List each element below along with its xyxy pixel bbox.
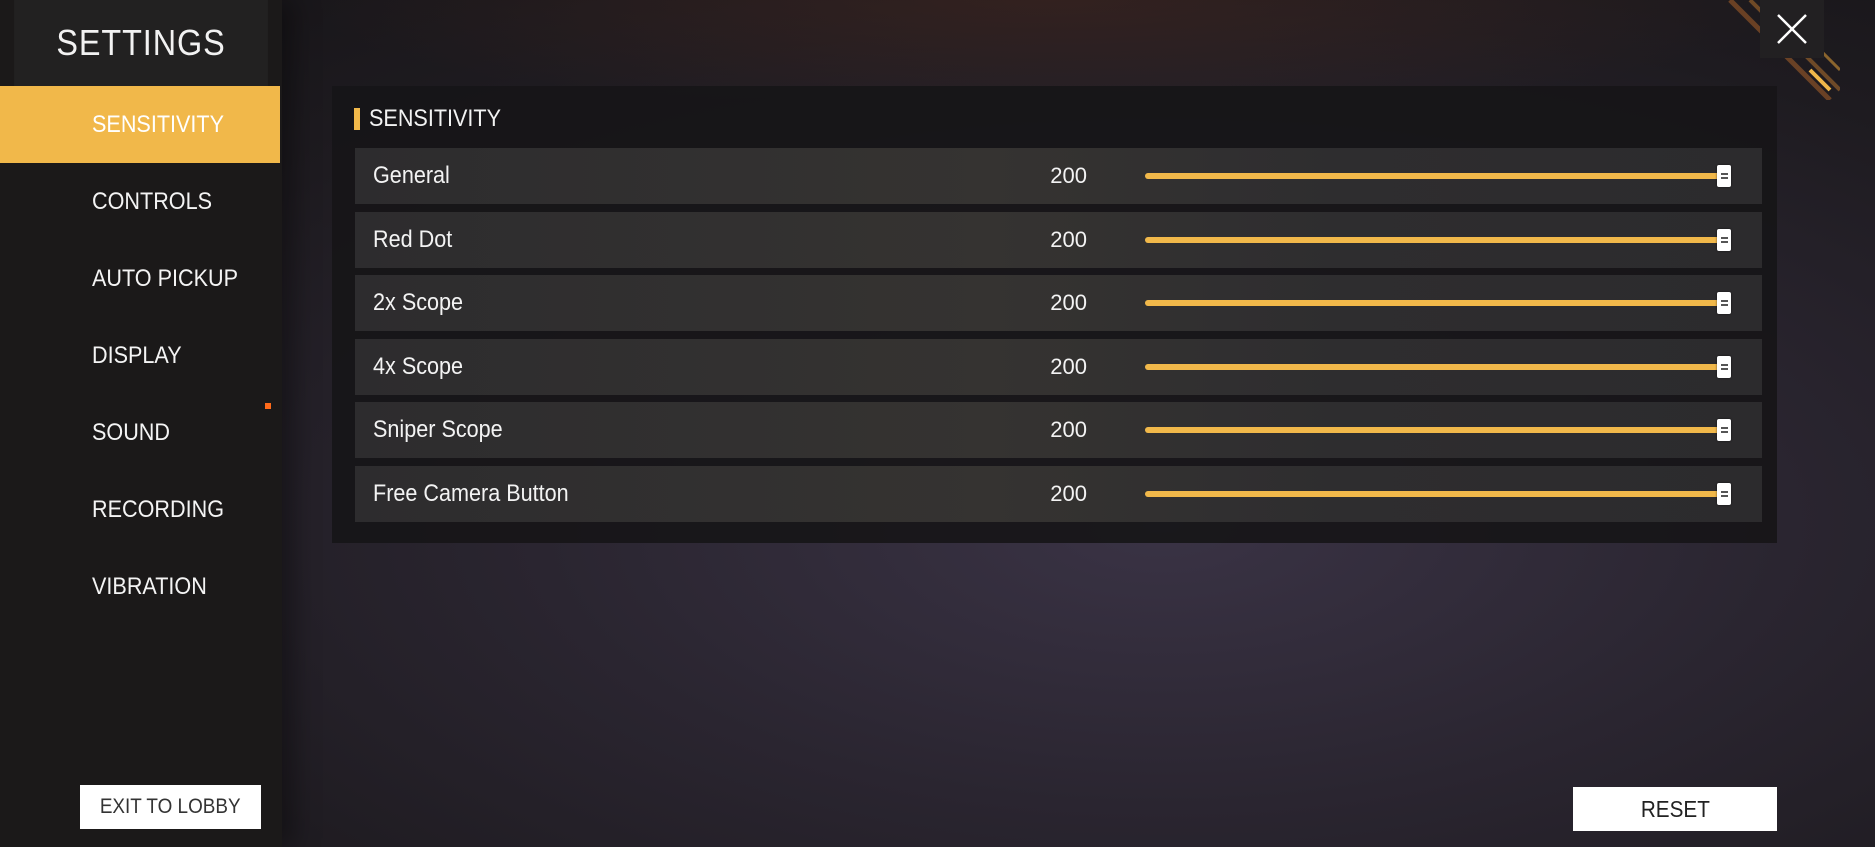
slider-fill bbox=[1145, 300, 1727, 306]
sidebar-item-display[interactable]: DISPLAY bbox=[0, 317, 282, 394]
row-label: 2x Scope bbox=[373, 289, 464, 316]
page-title: SETTINGS bbox=[14, 0, 268, 86]
slider-handle-icon[interactable] bbox=[1717, 228, 1731, 251]
sidebar-item-sound[interactable]: SOUND bbox=[0, 394, 282, 471]
sensitivity-row-sniper-scope: Sniper Scope 200 bbox=[355, 402, 1762, 458]
sidebar-item-label: RECORDING bbox=[92, 495, 225, 523]
sniper-scope-slider[interactable] bbox=[1145, 419, 1731, 441]
row-label: Free Camera Button bbox=[373, 479, 569, 507]
sidebar-item-recording[interactable]: RECORDING bbox=[0, 471, 282, 548]
row-value: 200 bbox=[1050, 226, 1087, 252]
row-value: 200 bbox=[1050, 163, 1087, 188]
close-button[interactable] bbox=[1760, 0, 1824, 58]
slider-fill bbox=[1145, 490, 1727, 497]
general-slider[interactable] bbox=[1145, 165, 1731, 187]
slider-handle-icon[interactable] bbox=[1717, 419, 1731, 441]
2x-scope-slider[interactable] bbox=[1145, 292, 1731, 314]
close-icon bbox=[1777, 14, 1807, 44]
4x-scope-slider[interactable] bbox=[1145, 355, 1731, 378]
sidebar-item-label: SENSITIVITY bbox=[92, 110, 225, 138]
sensitivity-row-4x-scope: 4x Scope 200 bbox=[355, 338, 1762, 395]
sidebar-item-label: AUTO PICKUP bbox=[92, 264, 239, 292]
sidebar: SETTINGS SENSITIVITY CONTROLS AUTO PICKU… bbox=[0, 0, 282, 847]
notification-dot bbox=[265, 403, 271, 409]
sidebar-item-label: VIBRATION bbox=[92, 572, 207, 600]
row-value: 200 bbox=[1050, 290, 1087, 315]
slider-fill bbox=[1145, 173, 1727, 179]
reset-label: RESET bbox=[1640, 795, 1710, 822]
sidebar-item-label: SOUND bbox=[92, 418, 171, 446]
slider-fill bbox=[1145, 427, 1727, 433]
slider-handle-icon[interactable] bbox=[1717, 292, 1731, 314]
panel-header: SENSITIVITY bbox=[354, 104, 516, 134]
sensitivity-panel: SENSITIVITY General 200 Red Dot 200 2x S… bbox=[332, 86, 1777, 543]
sidebar-item-sensitivity[interactable]: SENSITIVITY bbox=[0, 86, 280, 163]
free-camera-button-slider[interactable] bbox=[1145, 482, 1731, 505]
exit-to-lobby-button[interactable]: EXIT TO LOBBY bbox=[80, 785, 261, 829]
slider-handle-icon[interactable] bbox=[1717, 482, 1731, 505]
row-label: Red Dot bbox=[373, 225, 453, 253]
slider-handle-icon[interactable] bbox=[1717, 355, 1731, 378]
sensitivity-row-general: General 200 bbox=[355, 148, 1762, 204]
sidebar-nav: SENSITIVITY CONTROLS AUTO PICKUP DISPLAY… bbox=[0, 86, 282, 625]
exit-to-lobby-label: EXIT TO LOBBY bbox=[100, 795, 241, 818]
row-label: Sniper Scope bbox=[373, 416, 503, 443]
row-value: 200 bbox=[1050, 353, 1087, 379]
slider-fill bbox=[1145, 236, 1727, 243]
sidebar-item-label: CONTROLS bbox=[92, 187, 213, 215]
row-label: 4x Scope bbox=[373, 352, 464, 380]
panel-title: SENSITIVITY bbox=[369, 105, 502, 132]
sensitivity-rows: General 200 Red Dot 200 2x Scope 200 4x … bbox=[355, 148, 1762, 529]
sensitivity-row-2x-scope: 2x Scope 200 bbox=[355, 275, 1762, 331]
row-value: 200 bbox=[1050, 480, 1087, 506]
reset-button[interactable]: RESET bbox=[1573, 787, 1777, 831]
red-dot-slider[interactable] bbox=[1145, 228, 1731, 251]
panel-accent-bar bbox=[354, 108, 360, 130]
sidebar-item-auto-pickup[interactable]: AUTO PICKUP bbox=[0, 240, 282, 317]
sidebar-item-vibration[interactable]: VIBRATION bbox=[0, 548, 282, 625]
row-label: General bbox=[373, 162, 450, 189]
sidebar-item-controls[interactable]: CONTROLS bbox=[0, 163, 282, 240]
slider-handle-icon[interactable] bbox=[1717, 165, 1731, 187]
row-value: 200 bbox=[1050, 417, 1087, 442]
slider-fill bbox=[1145, 363, 1727, 370]
sensitivity-row-free-camera-button: Free Camera Button 200 bbox=[355, 465, 1762, 522]
sensitivity-row-red-dot: Red Dot 200 bbox=[355, 211, 1762, 268]
sidebar-item-label: DISPLAY bbox=[92, 341, 182, 369]
